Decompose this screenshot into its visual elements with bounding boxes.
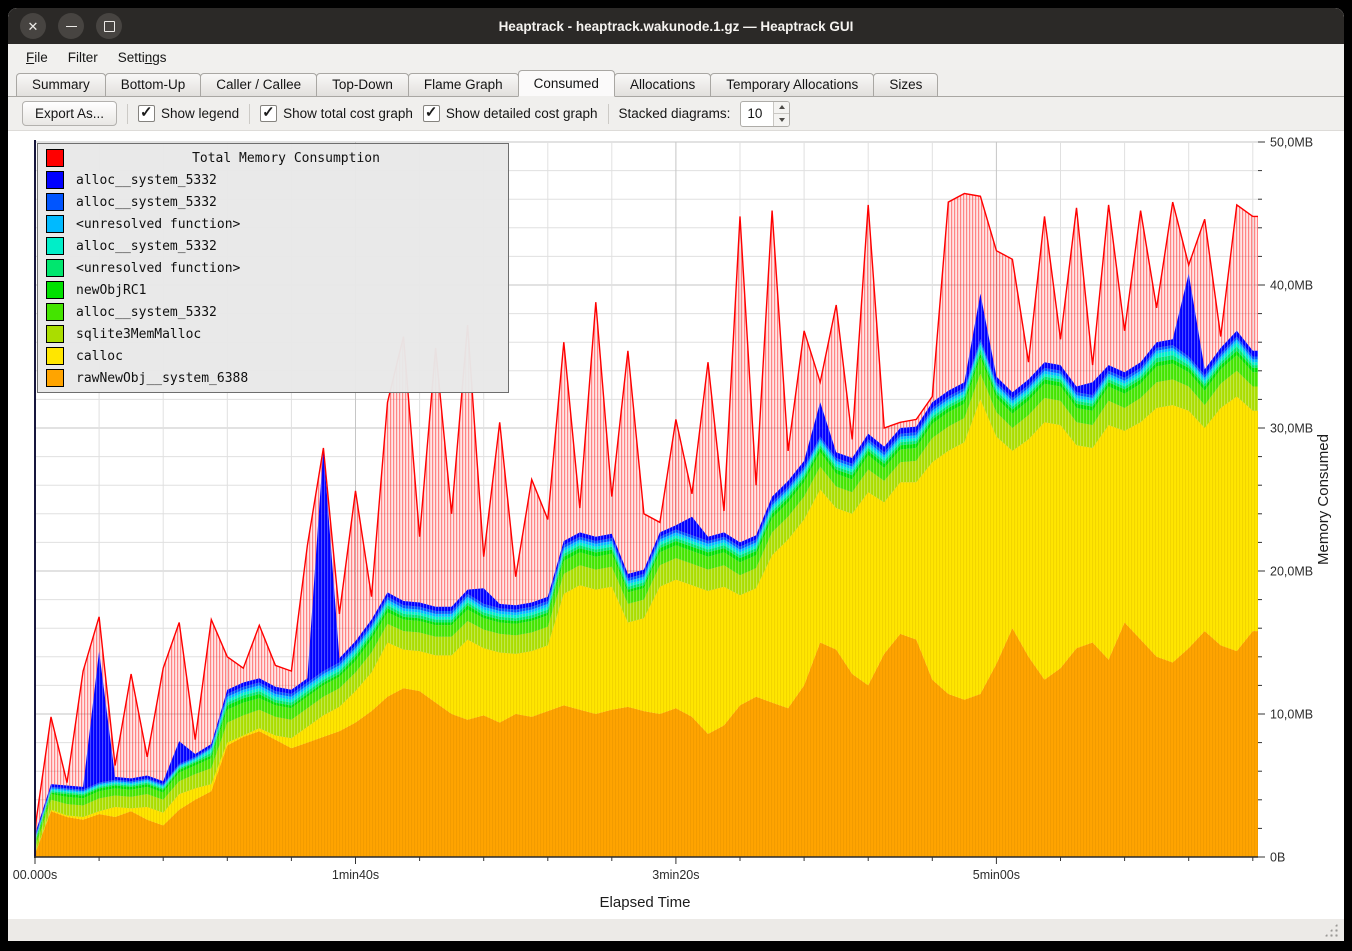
legend-swatch bbox=[46, 149, 64, 167]
checkbox-icon[interactable] bbox=[138, 105, 155, 122]
legend-label: sqlite3MemMalloc bbox=[64, 327, 201, 342]
legend-label: rawNewObj__system_6388 bbox=[64, 371, 248, 386]
maximize-icon[interactable] bbox=[96, 13, 122, 39]
legend-item: Total Memory Consumption bbox=[38, 147, 508, 169]
svg-text:30,0MB: 30,0MB bbox=[1270, 422, 1313, 436]
svg-text:50,0MB: 50,0MB bbox=[1270, 136, 1313, 150]
window-controls: ✕ bbox=[8, 13, 122, 39]
legend-swatch bbox=[46, 281, 64, 299]
spinner-up-icon[interactable] bbox=[774, 102, 789, 115]
tab-temporary-allocations[interactable]: Temporary Allocations bbox=[710, 73, 874, 96]
legend-swatch bbox=[46, 215, 64, 233]
legend-item: alloc__system_5332 bbox=[38, 191, 508, 213]
svg-text:00.000s: 00.000s bbox=[13, 868, 57, 882]
status-bar bbox=[8, 919, 1344, 941]
legend-item: rawNewObj__system_6388 bbox=[38, 367, 508, 389]
chart-legend: Total Memory Consumption alloc__system_53… bbox=[37, 143, 509, 393]
legend-label: <unresolved function> bbox=[64, 217, 240, 232]
tab-caller-callee[interactable]: Caller / Callee bbox=[200, 73, 317, 96]
svg-text:1min40s: 1min40s bbox=[332, 868, 379, 882]
stacked-diagrams-stepper[interactable]: 10 bbox=[740, 101, 790, 127]
legend-swatch bbox=[46, 369, 64, 387]
legend-swatch bbox=[46, 171, 64, 189]
checkbox-label: Show total cost graph bbox=[283, 106, 413, 121]
svg-text:20,0MB: 20,0MB bbox=[1270, 565, 1313, 579]
legend-item: newObjRC1 bbox=[38, 279, 508, 301]
toolbar: Export As... Show legend Show total cost… bbox=[8, 97, 1344, 131]
legend-label: calloc bbox=[64, 349, 123, 364]
checkbox-label: Show detailed cost graph bbox=[446, 106, 598, 121]
legend-swatch bbox=[46, 259, 64, 277]
legend-label: alloc__system_5332 bbox=[64, 195, 217, 210]
menu-filter[interactable]: Filter bbox=[58, 47, 108, 68]
show-legend-checkbox[interactable]: Show legend bbox=[138, 105, 239, 122]
tab-sizes[interactable]: Sizes bbox=[873, 73, 938, 96]
tab-top-down[interactable]: Top-Down bbox=[316, 73, 409, 96]
menubar: File Filter Settings bbox=[8, 44, 1344, 70]
stacked-diagrams-value[interactable]: 10 bbox=[741, 102, 773, 126]
legend-item: alloc__system_5332 bbox=[38, 235, 508, 257]
close-icon[interactable]: ✕ bbox=[20, 13, 46, 39]
minimize-icon[interactable] bbox=[58, 13, 84, 39]
legend-item: <unresolved function> bbox=[38, 257, 508, 279]
svg-text:40,0MB: 40,0MB bbox=[1270, 279, 1313, 293]
legend-item: alloc__system_5332 bbox=[38, 169, 508, 191]
legend-item: calloc bbox=[38, 345, 508, 367]
titlebar: ✕ Heaptrack - heaptrack.wakunode.1.gz — … bbox=[8, 8, 1344, 44]
legend-label: newObjRC1 bbox=[64, 283, 146, 298]
tab-allocations[interactable]: Allocations bbox=[614, 73, 711, 96]
toolbar-separator bbox=[608, 104, 609, 124]
legend-label: alloc__system_5332 bbox=[64, 305, 217, 320]
heaptrack-window: ✕ Heaptrack - heaptrack.wakunode.1.gz — … bbox=[8, 8, 1344, 941]
x-axis: 00.000s 1min40s 3min20s 5min00s Elapsed Time bbox=[13, 857, 1253, 911]
show-total-cost-checkbox[interactable]: Show total cost graph bbox=[260, 105, 413, 122]
legend-label: alloc__system_5332 bbox=[64, 173, 217, 188]
tab-flame-graph[interactable]: Flame Graph bbox=[408, 73, 519, 96]
legend-item: sqlite3MemMalloc bbox=[38, 323, 508, 345]
legend-swatch bbox=[46, 237, 64, 255]
legend-item: alloc__system_5332 bbox=[38, 301, 508, 323]
legend-item: <unresolved function> bbox=[38, 213, 508, 235]
legend-label: <unresolved function> bbox=[64, 261, 240, 276]
svg-text:5min00s: 5min00s bbox=[973, 868, 1020, 882]
y-axis: 0B 10,0MB 20,0MB 30,0MB 40,0MB 50,0MB Memory C… bbox=[1258, 136, 1332, 865]
toolbar-separator bbox=[127, 104, 128, 124]
resize-grip-icon[interactable] bbox=[1324, 923, 1338, 937]
toolbar-separator bbox=[249, 104, 250, 124]
desktop-frame: ✕ Heaptrack - heaptrack.wakunode.1.gz — … bbox=[0, 0, 1352, 951]
svg-text:Memory Consumed: Memory Consumed bbox=[1315, 434, 1332, 565]
tab-bottom-up[interactable]: Bottom-Up bbox=[105, 73, 202, 96]
legend-swatch bbox=[46, 325, 64, 343]
export-as-button[interactable]: Export As... bbox=[22, 101, 117, 126]
legend-label: Total Memory Consumption bbox=[64, 151, 508, 166]
checkbox-label: Show legend bbox=[161, 106, 239, 121]
legend-swatch bbox=[46, 303, 64, 321]
legend-swatch bbox=[46, 347, 64, 365]
svg-text:3min20s: 3min20s bbox=[652, 868, 699, 882]
tab-consumed[interactable]: Consumed bbox=[518, 70, 615, 97]
checkbox-icon[interactable] bbox=[423, 105, 440, 122]
legend-swatch bbox=[46, 193, 64, 211]
checkbox-icon[interactable] bbox=[260, 105, 277, 122]
svg-text:Elapsed Time: Elapsed Time bbox=[600, 894, 691, 911]
tabbar: Summary Bottom-Up Caller / Callee Top-Do… bbox=[8, 70, 1344, 97]
svg-text:10,0MB: 10,0MB bbox=[1270, 708, 1313, 722]
legend-label: alloc__system_5332 bbox=[64, 239, 217, 254]
stacked-diagrams-label: Stacked diagrams: bbox=[619, 106, 731, 121]
consumed-chart-panel: Total Memory Consumption alloc__system_53… bbox=[8, 131, 1344, 919]
menu-file[interactable]: File bbox=[16, 47, 58, 68]
spinner-down-icon[interactable] bbox=[774, 114, 789, 126]
menu-settings[interactable]: Settings bbox=[108, 47, 177, 68]
window-title: Heaptrack - heaptrack.wakunode.1.gz — He… bbox=[8, 19, 1344, 34]
show-detailed-cost-checkbox[interactable]: Show detailed cost graph bbox=[423, 105, 598, 122]
svg-text:0B: 0B bbox=[1270, 851, 1285, 865]
tab-summary[interactable]: Summary bbox=[16, 73, 106, 96]
